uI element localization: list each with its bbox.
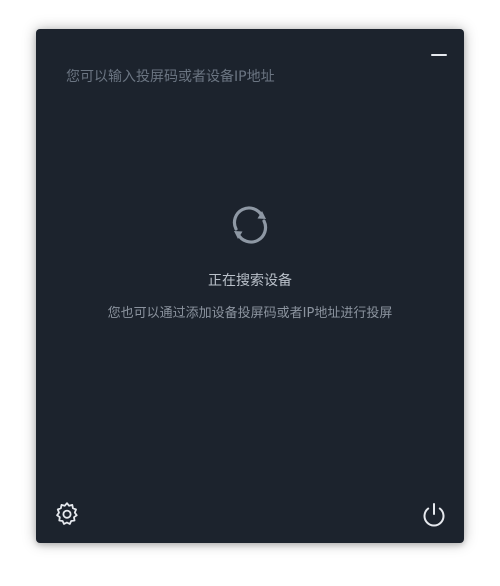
power-button[interactable] (420, 501, 448, 529)
power-icon (423, 503, 445, 527)
refresh-spinner-icon (232, 206, 268, 244)
searching-title: 正在搜索设备 (208, 273, 292, 289)
cast-code-input[interactable] (66, 65, 406, 89)
searching-hint: 您也可以通过添加设备投屏码或者IP地址进行投屏 (107, 306, 393, 321)
minimize-button[interactable] (428, 47, 450, 61)
minimize-icon (431, 54, 447, 56)
gear-icon (56, 502, 78, 525)
cast-window: 正在搜索设备 您也可以通过添加设备投屏码或者IP地址进行投屏 (36, 29, 464, 543)
settings-button[interactable] (54, 501, 80, 527)
